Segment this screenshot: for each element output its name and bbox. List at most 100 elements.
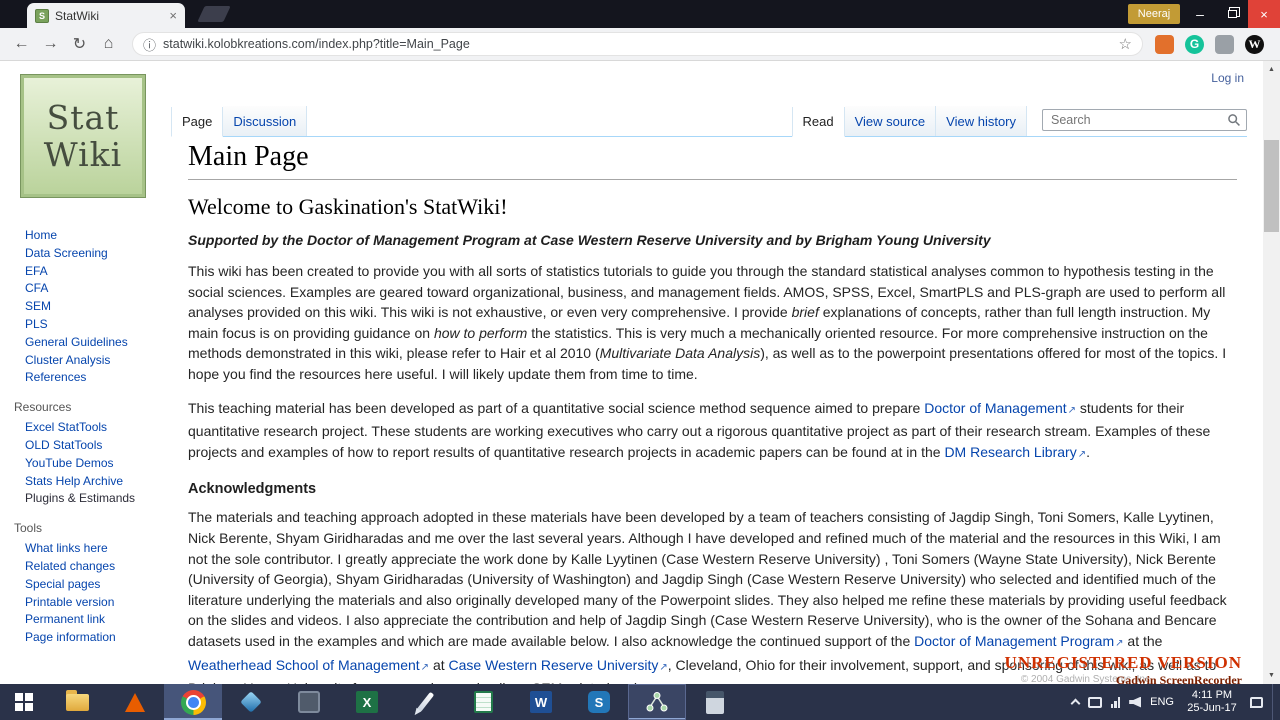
- amos-button[interactable]: [628, 684, 686, 720]
- text-run: The materials and teaching approach adop…: [188, 509, 1227, 649]
- search-input[interactable]: [1042, 109, 1247, 131]
- url-text: statwiki.kolobkreations.com/index.php?ti…: [163, 37, 470, 51]
- volume-tray-icon[interactable]: [1129, 696, 1142, 708]
- start-button[interactable]: [0, 684, 48, 720]
- wiki-page: Log in Stat Wiki Home Data Screening EFA…: [0, 61, 1280, 696]
- grammarly-extension-icon[interactable]: G: [1185, 34, 1204, 54]
- acknowledgments-heading: Acknowledgments: [188, 481, 317, 498]
- scroll-up-icon[interactable]: ▲: [1263, 61, 1280, 78]
- excel-icon: X: [356, 691, 378, 713]
- sidebar-link-permanent-link[interactable]: Permanent link: [25, 611, 105, 629]
- sidebar-link-old-stattools[interactable]: OLD StatTools: [25, 437, 102, 455]
- forward-button[interactable]: →: [37, 31, 64, 58]
- dm-program-link[interactable]: Doctor of Management Program: [914, 633, 1114, 649]
- app-button-1[interactable]: [280, 684, 338, 720]
- extension-icon-3[interactable]: [1215, 34, 1234, 54]
- welcome-heading: Welcome to Gaskination's StatWiki!: [188, 194, 508, 219]
- chrome-icon: [180, 689, 206, 715]
- pen-tool-button[interactable]: [396, 684, 454, 720]
- external-link-icon: ↗: [1115, 637, 1124, 649]
- calculator-button[interactable]: [686, 684, 744, 720]
- page-scrollbar[interactable]: ▲ ▼: [1263, 61, 1280, 684]
- tab-discussion[interactable]: Discussion: [223, 106, 308, 136]
- browser-titlebar: S StatWiki × Neeraj – ×: [0, 0, 1280, 28]
- window-minimize-button[interactable]: –: [1184, 0, 1216, 28]
- folder-icon: [65, 689, 89, 711]
- sidebar-link-pls[interactable]: PLS: [25, 316, 48, 334]
- spreadsheet-button[interactable]: [454, 684, 512, 720]
- sidebar-link-general-guidelines[interactable]: General Guidelines: [25, 334, 128, 352]
- italic-run: Multivariate Data Analysis: [599, 345, 761, 362]
- tab-view-source[interactable]: View source: [844, 106, 937, 136]
- sidebar-link-printable-version[interactable]: Printable version: [25, 594, 114, 612]
- word-icon: W: [530, 691, 552, 713]
- show-desktop-button[interactable]: [1272, 684, 1277, 720]
- file-explorer-button[interactable]: [48, 684, 106, 720]
- window-close-button[interactable]: ×: [1248, 0, 1280, 28]
- home-button[interactable]: ⌂: [95, 31, 122, 58]
- sidebar-link-data-screening[interactable]: Data Screening: [25, 245, 108, 263]
- sidebar-link-what-links-here[interactable]: What links here: [25, 540, 108, 558]
- article-tab-bar: Page Discussion Read View source View hi…: [171, 106, 1247, 137]
- virtualbox-button[interactable]: [222, 684, 280, 720]
- browser-tab[interactable]: S StatWiki ×: [27, 3, 185, 28]
- vlc-cone-icon: [125, 692, 145, 712]
- scroll-down-icon[interactable]: ▼: [1263, 667, 1280, 684]
- sidebar-link-plugins-estimands[interactable]: Plugins & Estimands: [25, 490, 135, 508]
- sidebar-link-page-information[interactable]: Page information: [25, 629, 116, 647]
- browser-profile-button[interactable]: Neeraj: [1128, 4, 1180, 24]
- vlc-button[interactable]: [106, 684, 164, 720]
- case-western-link[interactable]: Case Western Reserve University: [449, 657, 659, 673]
- language-indicator[interactable]: ENG: [1150, 696, 1174, 708]
- page-info-icon[interactable]: ⓘ: [143, 35, 156, 54]
- action-center-icon[interactable]: [1250, 696, 1263, 708]
- sidebar-link-sem[interactable]: SEM: [25, 298, 51, 316]
- scrollbar-thumb[interactable]: [1264, 140, 1279, 232]
- tab-close-icon[interactable]: ×: [169, 9, 177, 22]
- wikipedia-extension-icon[interactable]: W: [1245, 34, 1264, 54]
- weatherhead-link[interactable]: Weatherhead School of Management: [188, 657, 420, 673]
- dm-research-library-link[interactable]: DM Research Library: [944, 444, 1076, 460]
- statwiki-logo[interactable]: Stat Wiki: [20, 74, 146, 198]
- spss-button[interactable]: S: [570, 684, 628, 720]
- sidebar-link-home[interactable]: Home: [25, 227, 57, 245]
- spss-icon: S: [588, 691, 610, 713]
- text-run: at: [429, 656, 449, 673]
- device-tray-icon[interactable]: [1087, 696, 1102, 708]
- sidebar-link-special-pages[interactable]: Special pages: [25, 576, 100, 594]
- sidebar-link-related-changes[interactable]: Related changes: [25, 558, 115, 576]
- logo-line-1: Stat: [46, 98, 120, 137]
- bookmark-star-icon[interactable]: ☆: [1119, 35, 1132, 53]
- extension-icon-1[interactable]: [1155, 34, 1174, 54]
- sidebar-link-efa[interactable]: EFA: [25, 263, 48, 281]
- back-button[interactable]: ←: [8, 31, 35, 58]
- tab-title: StatWiki: [55, 8, 100, 23]
- window-restore-button[interactable]: [1216, 0, 1248, 28]
- logo-line-2: Wiki: [43, 135, 123, 174]
- sidebar-link-stats-help-archive[interactable]: Stats Help Archive: [25, 473, 123, 491]
- doctor-of-management-link[interactable]: Doctor of Management: [924, 400, 1066, 416]
- excel-button[interactable]: X: [338, 684, 396, 720]
- address-bar[interactable]: ⓘ statwiki.kolobkreations.com/index.php?…: [132, 32, 1143, 56]
- tab-view-history[interactable]: View history: [936, 106, 1027, 136]
- tab-read[interactable]: Read: [791, 107, 845, 137]
- chrome-button[interactable]: [164, 684, 222, 720]
- login-link[interactable]: Log in: [1211, 71, 1244, 85]
- new-tab-button[interactable]: [197, 6, 231, 22]
- network-tray-icon[interactable]: [1110, 696, 1121, 708]
- text-run: This teaching material has been develope…: [188, 399, 925, 416]
- clock-date: 25-Jun-17: [1187, 702, 1237, 714]
- tab-page[interactable]: Page: [171, 107, 224, 137]
- reload-button[interactable]: ↻: [66, 31, 93, 58]
- taskbar-clock[interactable]: 4:11 PM 25-Jun-17: [1183, 689, 1241, 715]
- tray-expand-icon[interactable]: [1070, 698, 1081, 709]
- sidebar-link-youtube-demos[interactable]: YouTube Demos: [25, 455, 114, 473]
- sidebar-link-cfa[interactable]: CFA: [25, 280, 48, 298]
- word-button[interactable]: W: [512, 684, 570, 720]
- sidebar-link-excel-stattools[interactable]: Excel StatTools: [25, 419, 107, 437]
- external-link-icon: ↗: [420, 661, 430, 673]
- sidebar-link-references[interactable]: References: [25, 369, 86, 387]
- sidebar-link-cluster-analysis[interactable]: Cluster Analysis: [25, 352, 110, 370]
- search-icon[interactable]: [1227, 113, 1241, 127]
- app-icon: [298, 691, 320, 713]
